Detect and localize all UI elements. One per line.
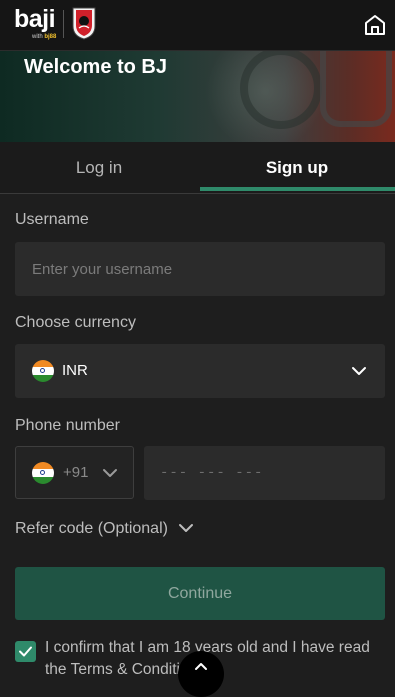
- india-flag-icon: [32, 462, 54, 484]
- username-label: Username: [15, 211, 89, 228]
- age-confirm-checkbox[interactable]: [15, 641, 36, 662]
- chevron-up-icon: [195, 663, 207, 670]
- club-crest-icon: [72, 7, 96, 40]
- chevron-down-icon: [352, 367, 366, 375]
- scroll-top-button[interactable]: [178, 651, 224, 697]
- banner-title: Welcome to BJ: [24, 56, 167, 78]
- tab-signup[interactable]: Sign up: [198, 142, 395, 193]
- active-tab-indicator: [200, 187, 395, 191]
- currency-value: INR: [62, 362, 88, 379]
- india-flag-icon: [32, 360, 54, 382]
- country-code-value: +91: [63, 464, 89, 481]
- country-code-select[interactable]: +91: [15, 446, 134, 499]
- logo-divider: [63, 10, 64, 38]
- refer-code-label: Refer code (Optional): [15, 520, 168, 537]
- continue-button[interactable]: Continue: [15, 567, 385, 620]
- banner-decoration-frame: [320, 51, 392, 127]
- phone-input[interactable]: [144, 446, 385, 500]
- username-input[interactable]: [15, 242, 385, 296]
- welcome-banner: Welcome to BJ: [0, 51, 395, 142]
- phone-field[interactable]: [144, 446, 385, 500]
- currency-select[interactable]: INR: [15, 344, 385, 398]
- username-field[interactable]: [15, 242, 385, 296]
- tab-login[interactable]: Log in: [0, 142, 198, 193]
- phone-label: Phone number: [15, 417, 120, 434]
- brand-logo[interactable]: baji: [14, 5, 56, 34]
- logo-sub-prefix: with: [32, 34, 45, 40]
- home-icon[interactable]: [362, 12, 388, 38]
- logo-sub-brand: bj88: [44, 34, 57, 40]
- currency-label: Choose currency: [15, 314, 136, 331]
- refer-code-toggle[interactable]: Refer code (Optional): [15, 518, 194, 540]
- top-header: baji with bj88: [0, 0, 395, 51]
- chevron-down-icon: [179, 524, 194, 532]
- brand-logo-sub: with bj88: [32, 34, 56, 40]
- checkmark-icon: [19, 646, 32, 657]
- chevron-down-icon: [103, 469, 117, 477]
